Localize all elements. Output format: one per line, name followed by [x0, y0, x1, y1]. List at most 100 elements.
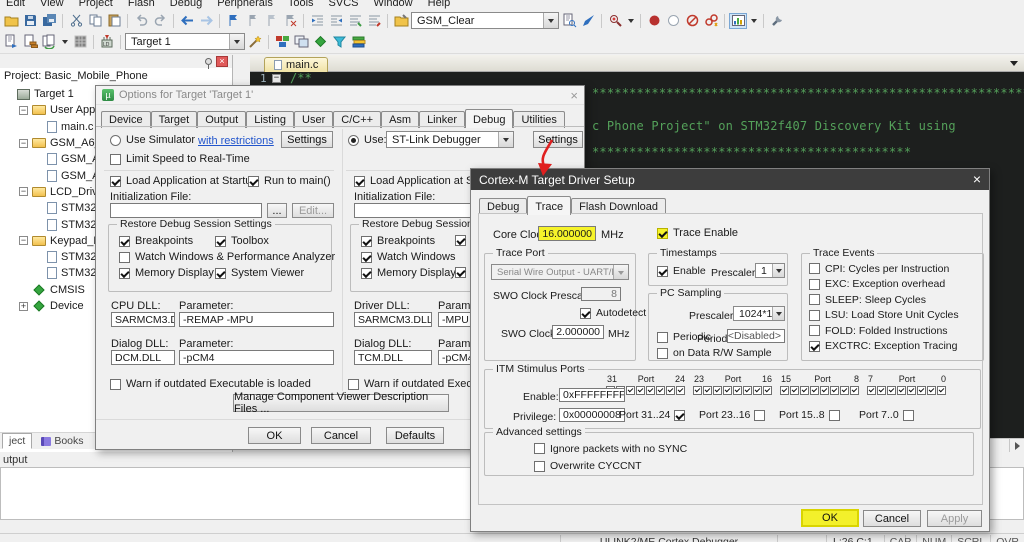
itm-range-checkbox[interactable]: [828, 409, 840, 421]
redo-icon[interactable]: [151, 13, 169, 29]
restore-right-option5[interactable]: [455, 267, 466, 278]
analysis-windows-icon[interactable]: [729, 12, 747, 29]
itm-port-checkbox[interactable]: [917, 386, 926, 395]
autodetect-checkbox[interactable]: [580, 307, 591, 319]
system-viewer-checkbox[interactable]: [215, 267, 226, 279]
load-app-right-checkbox[interactable]: [354, 175, 365, 187]
tab-main-c[interactable]: main.c: [264, 57, 329, 72]
advanced-checkbox[interactable]: [534, 460, 545, 472]
trace-event-cpi[interactable]: CPI: Cycles per Instruction: [809, 261, 959, 277]
driver-dll-input[interactable]: SARMCM3.DLL: [354, 312, 432, 327]
init-file-left-input[interactable]: [110, 203, 262, 218]
cancel-button[interactable]: Cancel: [863, 510, 921, 527]
itm-port-checkbox[interactable]: [867, 386, 876, 395]
analysis-windows-dropdown-icon[interactable]: [748, 13, 759, 29]
advanced-overwrite-cyccnt[interactable]: Overwrite CYCCNT: [534, 459, 687, 475]
itm-port-checkbox[interactable]: [877, 386, 886, 395]
timestamps-enable-checkbox[interactable]: [657, 265, 668, 277]
scroll-right-icon[interactable]: [1009, 439, 1024, 452]
itm-port-checkbox[interactable]: [763, 386, 772, 395]
options-dialog-titlebar[interactable]: Options for Target 'Target 1' ×: [96, 86, 584, 105]
menu-peripherals[interactable]: Peripherals: [217, 0, 273, 11]
itm-port-checkbox[interactable]: [693, 386, 702, 395]
menu-view[interactable]: View: [40, 0, 64, 11]
navigate-forward-icon[interactable]: [197, 13, 215, 29]
close-panel-icon[interactable]: ×: [216, 56, 228, 67]
itm-port-checkbox[interactable]: [780, 386, 789, 395]
navigate-back-icon[interactable]: [178, 13, 196, 29]
restore-right-checkbox5[interactable]: [455, 267, 466, 278]
restore-right-option2[interactable]: [455, 235, 466, 246]
itm-port-checkbox[interactable]: [636, 386, 645, 395]
settings-left-button[interactable]: Settings: [281, 131, 333, 148]
use-simulator-option[interactable]: Use Simulator: [110, 134, 195, 146]
trace-event-exctrc[interactable]: EXCTRC: Exception Tracing: [809, 339, 959, 355]
trace-enable-option[interactable]: Trace Enable: [657, 227, 738, 239]
on-data-rw-option[interactable]: on Data R/W Sample: [657, 347, 772, 359]
trace-event-checkbox[interactable]: [809, 278, 820, 290]
menu-tools[interactable]: Tools: [288, 0, 314, 11]
collapse-icon[interactable]: −: [19, 105, 28, 115]
rebuild-icon[interactable]: [40, 34, 58, 50]
trace-event-fold[interactable]: FOLD: Folded Instructions: [809, 323, 959, 339]
breakpoints-right-option[interactable]: Breakpoints: [361, 235, 435, 247]
tab-project[interactable]: ject: [2, 433, 33, 449]
memory-display-right-checkbox[interactable]: [361, 267, 372, 279]
expand-icon[interactable]: +: [19, 301, 28, 311]
restore-right-checkbox2[interactable]: [455, 235, 466, 246]
tab-trace[interactable]: Trace: [527, 196, 572, 215]
insert-bookmark-icon[interactable]: [224, 13, 242, 29]
memory-display-left-option[interactable]: Memory Display: [119, 267, 214, 279]
itm-range-checkbox[interactable]: [674, 409, 686, 421]
undo-icon[interactable]: [132, 13, 150, 29]
ok-button[interactable]: OK: [801, 509, 859, 527]
options-for-target-icon[interactable]: [246, 34, 264, 50]
itm-port-checkbox[interactable]: [626, 386, 635, 395]
toolbox-option[interactable]: Toolbox: [215, 235, 269, 247]
itm-port-checkbox[interactable]: [723, 386, 732, 395]
toolbox-checkbox[interactable]: [215, 235, 226, 247]
load-app-left-option[interactable]: Load Application at Startup: [110, 175, 257, 187]
trace-enable-checkbox[interactable]: [657, 227, 668, 239]
manage-component-viewer-button[interactable]: Manage Component Viewer Description File…: [233, 391, 449, 415]
limit-speed-option[interactable]: Limit Speed to Real-Time: [110, 153, 250, 165]
watch-windows-option[interactable]: Watch Windows: [361, 251, 455, 263]
pc-prescaler-combo[interactable]: 1024*16: [733, 306, 785, 321]
itm-port-checkbox[interactable]: [907, 386, 916, 395]
select-software-packs-icon[interactable]: [311, 34, 329, 50]
itm-port-checkbox[interactable]: [830, 386, 839, 395]
limit-speed-checkbox[interactable]: [110, 153, 121, 165]
batch-build-icon[interactable]: [71, 34, 89, 50]
itm-port-checkbox[interactable]: [937, 386, 946, 395]
timestamps-prescaler-combo[interactable]: 1: [755, 263, 785, 278]
warn-right-checkbox[interactable]: [348, 378, 359, 390]
trace-event-checkbox[interactable]: [809, 340, 820, 352]
system-viewer-option[interactable]: System Viewer: [215, 267, 304, 279]
edit-file-icon[interactable]: [392, 13, 410, 29]
menu-project[interactable]: Project: [79, 0, 113, 11]
swo-clock-input[interactable]: 2.000000: [552, 325, 604, 339]
target-select-combo[interactable]: Target 1: [125, 33, 245, 50]
manage-rte-icon[interactable]: [273, 34, 291, 50]
with-restrictions-link[interactable]: with restrictions: [198, 135, 274, 147]
trace-event-lsu[interactable]: LSU: Load Store Unit Cycles: [809, 308, 959, 324]
memory-display-right-option[interactable]: Memory Display: [361, 267, 456, 279]
itm-privilege-input[interactable]: 0x00000008: [559, 408, 625, 422]
breakpoints-right-checkbox[interactable]: [361, 235, 372, 247]
menu-debug[interactable]: Debug: [170, 0, 202, 11]
warn-left-option[interactable]: Warn if outdated Executable is loaded: [110, 378, 311, 390]
browse-button[interactable]: ...: [267, 203, 287, 218]
timestamps-enable-option[interactable]: Enable: [657, 265, 706, 277]
menu-edit[interactable]: Edit: [6, 0, 25, 11]
menu-help[interactable]: Help: [428, 0, 451, 11]
translate-icon[interactable]: [2, 34, 20, 50]
enable-disable-breakpoint-icon[interactable]: [664, 13, 682, 29]
paste-icon[interactable]: [105, 13, 123, 29]
apply-button[interactable]: Apply: [927, 510, 982, 527]
itm-range-checkbox[interactable]: [902, 409, 914, 421]
run-to-cursor-icon[interactable]: [606, 13, 624, 29]
collapse-icon[interactable]: −: [19, 187, 28, 197]
close-icon[interactable]: ×: [973, 172, 981, 186]
watch-perf-checkbox[interactable]: [119, 251, 130, 263]
pc-prescaler-dropdown-icon[interactable]: [772, 307, 784, 320]
